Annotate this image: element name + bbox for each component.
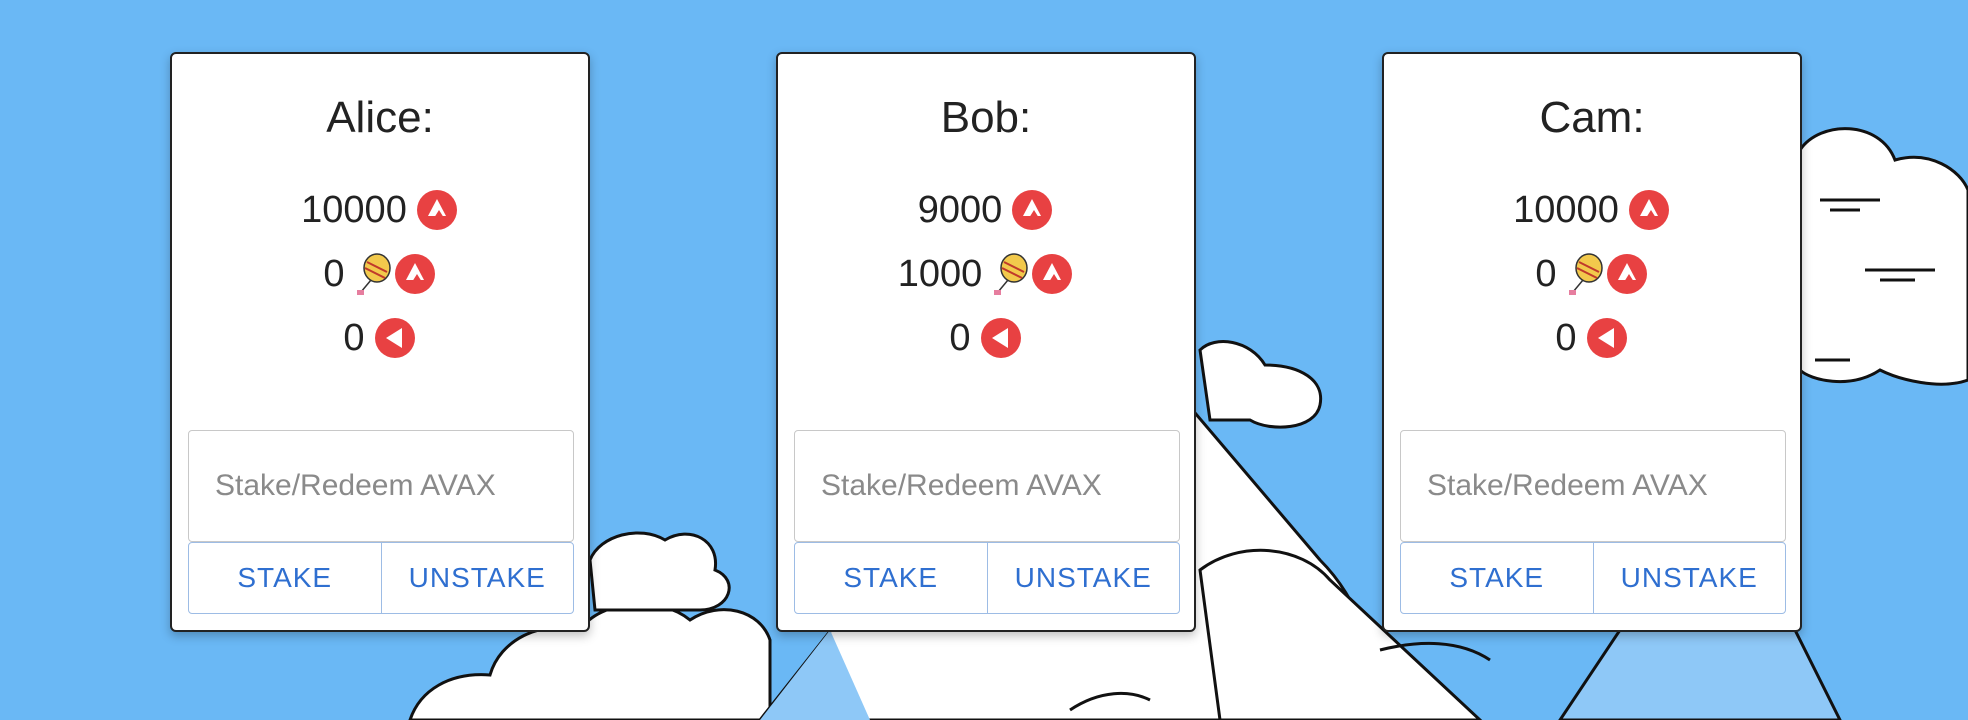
balloon-avax-icon [990, 252, 1074, 296]
stake-redeem-input[interactable]: Stake/Redeem AVAX [188, 430, 574, 542]
pending-balance: 0 [343, 316, 365, 359]
cloud-shape [1798, 127, 1968, 386]
savax-balance: 1000 [897, 252, 983, 295]
avax-balance-row: 10000 [1384, 178, 1800, 242]
action-button-group: STAKE UNSTAKE [794, 542, 1180, 614]
unstake-button[interactable]: UNSTAKE [1592, 543, 1786, 613]
stake-button[interactable]: STAKE [795, 543, 987, 613]
card-title: Cam: [1539, 93, 1645, 142]
back-arrow-icon [374, 318, 415, 358]
avax-icon [1012, 190, 1053, 230]
avax-balance: 9000 [917, 188, 1003, 231]
savax-balance-row: 1000 [778, 242, 1194, 306]
cloud-shape [588, 531, 731, 612]
savax-balance-row: 0 [1384, 242, 1800, 306]
avax-balance: 10000 [301, 188, 407, 231]
balances: 10000 0 0 [172, 178, 588, 370]
balances: 10000 0 0 [1384, 178, 1800, 370]
stake-redeem-input[interactable]: Stake/Redeem AVAX [1400, 430, 1786, 542]
action-button-group: STAKE UNSTAKE [188, 542, 574, 614]
unstake-button[interactable]: UNSTAKE [986, 543, 1180, 613]
balances: 9000 1000 0 [778, 178, 1194, 370]
pending-balance: 0 [949, 316, 971, 359]
balloon-avax-icon [1565, 252, 1649, 296]
pending-balance-row: 0 [172, 306, 588, 370]
stake-button[interactable]: STAKE [189, 543, 381, 613]
avax-icon [416, 190, 457, 230]
pending-balance-row: 0 [778, 306, 1194, 370]
avax-balance-row: 10000 [172, 178, 588, 242]
account-card-alice: Alice: 10000 0 0 Stake/Redeem AVAX STAKE… [170, 52, 590, 632]
stake-button[interactable]: STAKE [1401, 543, 1593, 613]
back-arrow-icon [1586, 318, 1627, 358]
savax-balance-row: 0 [172, 242, 588, 306]
pending-balance: 0 [1555, 316, 1577, 359]
avax-icon [1628, 190, 1669, 230]
stake-redeem-input[interactable]: Stake/Redeem AVAX [794, 430, 1180, 542]
savax-balance: 0 [1535, 252, 1557, 295]
savax-balance: 0 [323, 252, 345, 295]
cloud-shape [1198, 340, 1323, 429]
card-title: Bob: [940, 93, 1032, 142]
avax-balance-row: 9000 [778, 178, 1194, 242]
card-title: Alice: [326, 93, 434, 142]
pending-balance-row: 0 [1384, 306, 1800, 370]
action-button-group: STAKE UNSTAKE [1400, 542, 1786, 614]
account-card-cam: Cam: 10000 0 0 Stake/Redeem AVAX STAKE U… [1382, 52, 1802, 632]
balloon-avax-icon [353, 252, 437, 296]
back-arrow-icon [980, 318, 1021, 358]
avax-balance: 10000 [1513, 188, 1619, 231]
unstake-button[interactable]: UNSTAKE [380, 543, 574, 613]
account-card-bob: Bob: 9000 1000 0 Stake/Redeem AVAX STAKE… [776, 52, 1196, 632]
